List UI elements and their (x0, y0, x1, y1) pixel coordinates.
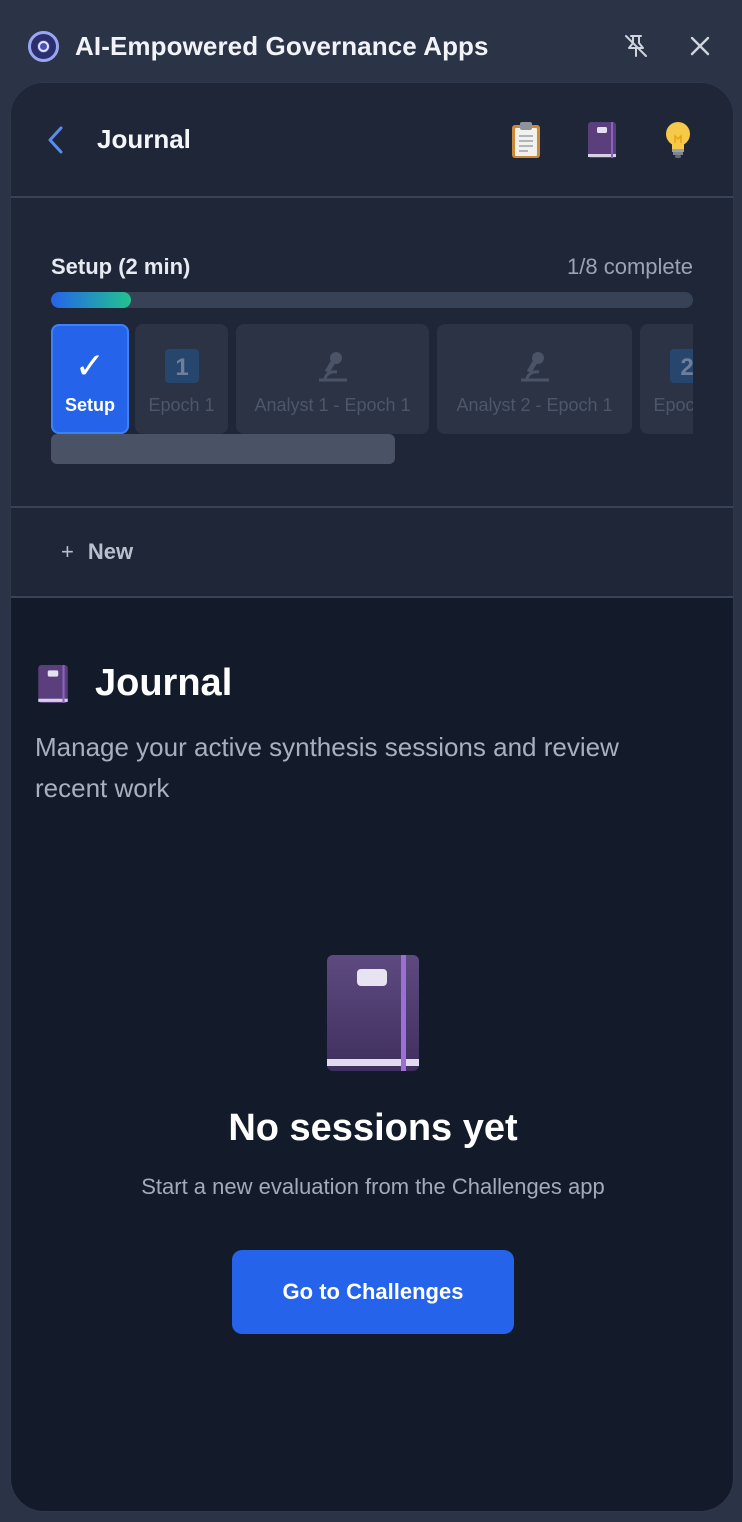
progress-bar (51, 292, 693, 308)
progress-bar-fill (51, 292, 132, 308)
step-analyst-1-epoch-1[interactable]: Analyst 1 - Epoch 1 (236, 324, 429, 434)
empty-state: No sessions yet Start a new evaluation f… (11, 953, 733, 1334)
progress-count: 1/8 complete (567, 254, 693, 279)
governance-logo-icon (28, 30, 59, 62)
clipboard-icon (512, 121, 540, 158)
number-1-icon: 1 (164, 348, 199, 383)
journal-content: Journal Manage your active synthesis ses… (11, 662, 733, 809)
progress-section: Setup (2 min) 1/8 complete ✓ Setup 1 Epo… (11, 198, 733, 508)
number-2-icon: 2 (669, 348, 693, 383)
chevron-left-icon (48, 126, 63, 153)
app-header: Journal (11, 83, 733, 198)
section-title: Journal (95, 662, 233, 704)
step-tabs: ✓ Setup 1 Epoch 1 Analyst 1 - Epoch 1 An… (51, 324, 693, 434)
window-titlebar: AI-Empowered Governance Apps (0, 0, 742, 92)
plus-icon: + (61, 539, 74, 564)
app-panel: Journal Setup (2 min) 1/8 complete ✓ Set… (10, 82, 734, 1512)
step-epoch-2[interactable]: 2 Epoch 2 (640, 324, 693, 434)
progress-label: Setup (2 min) (51, 254, 191, 279)
microscope-icon (520, 351, 549, 381)
journal-button[interactable] (582, 120, 622, 160)
step-setup[interactable]: ✓ Setup (51, 324, 129, 434)
clipboard-button[interactable] (506, 120, 546, 160)
notebook-icon (327, 955, 419, 1071)
unpin-button[interactable] (620, 30, 652, 62)
notebook-icon (588, 121, 616, 158)
notebook-icon (38, 664, 68, 703)
hints-button[interactable] (658, 120, 698, 160)
page-title: Journal (97, 124, 191, 154)
empty-text: Start a new evaluation from the Challeng… (141, 1174, 605, 1199)
step-analyst-2-epoch-1[interactable]: Analyst 2 - Epoch 1 (437, 324, 632, 434)
check-icon: ✓ (74, 344, 106, 386)
svg-text:1: 1 (175, 354, 188, 381)
empty-title: No sessions yet (228, 1107, 518, 1149)
section-description: Manage your active synthesis sessions an… (35, 732, 619, 803)
step-label: Setup (64, 394, 115, 415)
back-button[interactable] (41, 120, 71, 160)
unpin-icon (625, 35, 647, 57)
step-label: Analyst 2 - Epoch 1 (456, 394, 613, 415)
new-label: New (87, 539, 134, 564)
step-epoch-1[interactable]: 1 Epoch 1 (135, 324, 228, 434)
window-title: AI-Empowered Governance Apps (75, 30, 489, 61)
close-icon (690, 36, 710, 56)
steps-scrollbar[interactable] (51, 434, 395, 464)
step-label: Epoch 2 (653, 394, 693, 415)
step-label: Analyst 1 - Epoch 1 (254, 394, 411, 415)
close-button[interactable] (684, 30, 716, 62)
svg-text:2: 2 (680, 354, 693, 381)
microscope-icon (318, 351, 347, 381)
lightbulb-icon (666, 121, 690, 158)
go-to-challenges-button[interactable]: Go to Challenges (232, 1250, 514, 1334)
step-label: Epoch 1 (148, 394, 215, 415)
new-session-button[interactable]: + New (11, 508, 733, 598)
